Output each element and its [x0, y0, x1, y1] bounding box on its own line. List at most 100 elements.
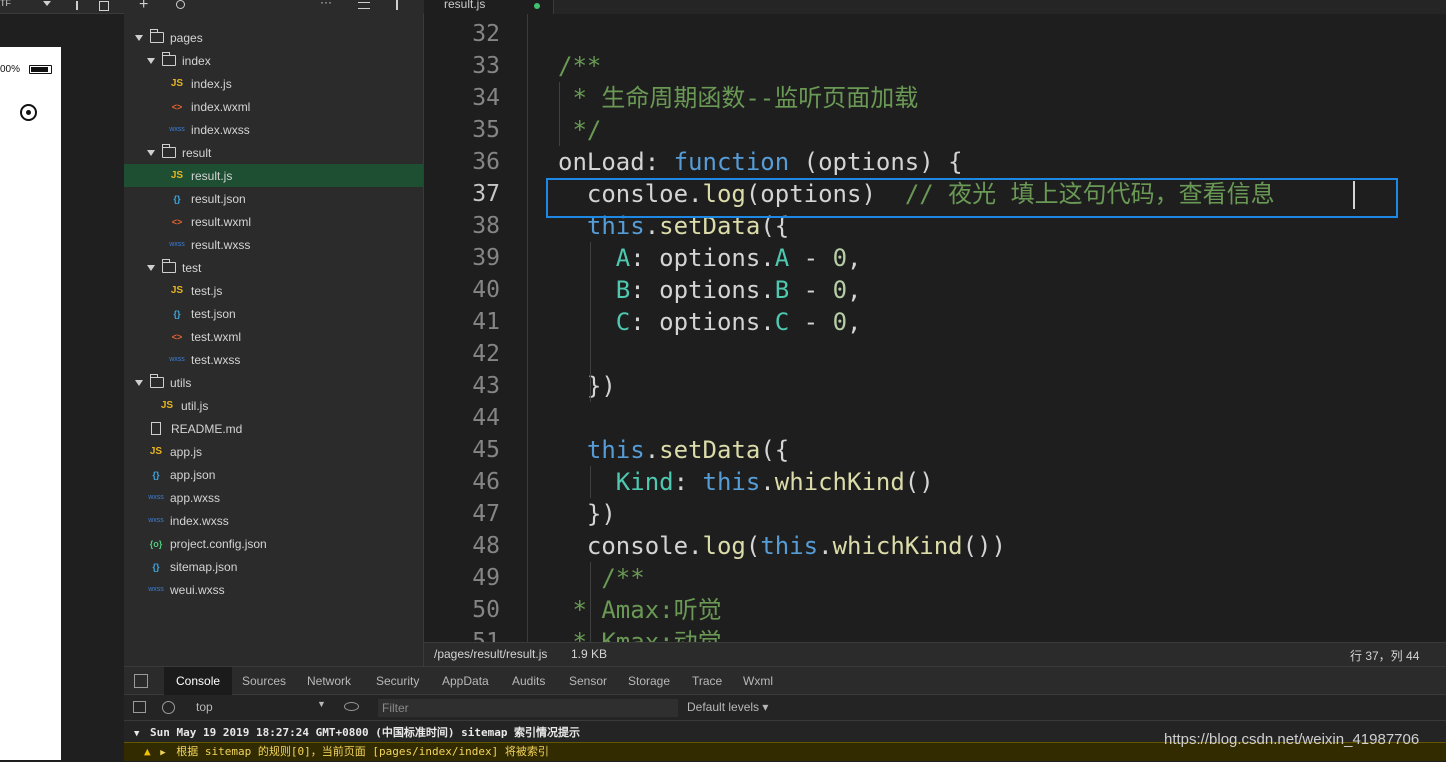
tree-file[interactable]: JS app.js [124, 440, 423, 463]
tab-sources[interactable]: Sources [242, 667, 286, 695]
code-editor[interactable]: result.js 32 33 34 35 36 37 38 39 40 41 42 43 44 45 46… [424, 0, 1446, 642]
chevron-down-icon[interactable] [135, 34, 143, 41]
indent-guide [590, 562, 591, 642]
collapse-icon[interactable] [358, 2, 370, 9]
tree-file[interactable]: <> result.wxml [124, 210, 423, 233]
tree-file[interactable]: <> test.wxml [124, 325, 423, 348]
code-line[interactable]: /** [558, 50, 601, 82]
file-path: /pages/result/result.js [434, 647, 548, 661]
add-file-icon[interactable]: + [139, 0, 148, 14]
code-line[interactable]: this.setData({ [558, 434, 789, 466]
code-line[interactable]: * Kmax:动觉 [558, 626, 721, 642]
code-token: : options. [630, 308, 775, 336]
tab-audits[interactable]: Audits [512, 667, 545, 695]
code-line[interactable]: C: options.C - 0, [558, 306, 862, 338]
simulator-toolbar: TF [0, 0, 124, 14]
tree-file[interactable]: wxss app.wxss [124, 486, 423, 509]
clear-console-icon[interactable] [162, 701, 175, 714]
tree-file[interactable]: {} sitemap.json [124, 555, 423, 578]
tree-item-label: test.js [191, 283, 223, 298]
tree-file[interactable]: wxss index.wxss [124, 118, 423, 141]
unsaved-dot-icon [534, 3, 540, 9]
tab-console[interactable]: Console [164, 667, 233, 695]
copy-icon[interactable] [99, 1, 109, 11]
status-bar: /pages/result/result.js 1.9 KB 行 37，列 44 [424, 642, 1446, 666]
code-line[interactable]: A: options.A - 0, [558, 242, 862, 274]
chevron-down-icon[interactable] [147, 57, 155, 64]
inspect-icon[interactable] [134, 674, 148, 688]
chevron-down-icon[interactable]: ▼ [124, 729, 139, 739]
sidebar-toggle-icon[interactable] [133, 701, 146, 713]
code-token: : options. [630, 276, 775, 304]
tree-folder[interactable]: utils [124, 371, 423, 394]
tree-file[interactable]: {} app.json [124, 463, 423, 486]
volume-icon[interactable] [76, 1, 84, 10]
indent-guide [559, 82, 560, 146]
code-line[interactable]: Kind: this.whichKind() [558, 466, 934, 498]
tab-sensor[interactable]: Sensor [569, 667, 607, 695]
tree-file[interactable]: wxss result.wxss [124, 233, 423, 256]
console-filter-input[interactable]: Filter [378, 699, 678, 717]
tree-file[interactable]: JS index.js [124, 72, 423, 95]
code-line[interactable]: /** [558, 562, 644, 594]
tab-storage[interactable]: Storage [628, 667, 670, 695]
line-number: 41 [472, 309, 500, 335]
code-line[interactable]: */ [558, 114, 601, 146]
chevron-down-icon[interactable] [147, 264, 155, 271]
eye-icon[interactable] [344, 702, 359, 711]
tree-file[interactable]: README.md [124, 417, 423, 440]
chevron-right-icon[interactable]: ▶ [157, 748, 165, 758]
tree-file[interactable]: {} test.json [124, 302, 423, 325]
code-token: ( [745, 532, 761, 560]
tree-folder[interactable]: index [124, 49, 423, 72]
more-icon[interactable]: ··· [320, 0, 332, 9]
code-line[interactable]: }) [558, 370, 616, 402]
tab-network[interactable]: Network [307, 667, 351, 695]
tree-folder[interactable]: test [124, 256, 423, 279]
tab-wxml[interactable]: Wxml [743, 667, 773, 695]
code-line[interactable]: B: options.B - 0, [558, 274, 862, 306]
tree-item-label: index [182, 53, 211, 68]
tree-file[interactable]: {o} project.config.json [124, 532, 423, 555]
js-file-icon: JS [170, 170, 184, 181]
tree-file[interactable]: wxss index.wxss [124, 509, 423, 532]
tree-folder[interactable]: result [124, 141, 423, 164]
chevron-down-icon[interactable] [135, 379, 143, 386]
code-line[interactable]: onLoad: function (options) { [558, 146, 963, 178]
tree-file[interactable]: <> index.wxml [124, 95, 423, 118]
tree-file[interactable]: wxss test.wxss [124, 348, 423, 371]
context-select[interactable]: top [196, 700, 213, 714]
tree-file[interactable]: wxss weui.wxss [124, 578, 423, 601]
code-line[interactable]: console.log(this.whichKind()) [558, 530, 1006, 562]
split-icon[interactable] [396, 0, 400, 10]
code-token: log [702, 532, 746, 560]
code-line[interactable]: }) [558, 498, 616, 530]
tree-file[interactable]: {} result.json [124, 187, 423, 210]
tab-result-js[interactable]: result.js [424, 0, 554, 14]
tree-folder[interactable]: pages [124, 26, 423, 49]
tree-file[interactable]: JS util.js [124, 394, 423, 417]
json-file-icon: {} [173, 308, 181, 319]
console-filter-bar: top ▼ Filter Default levels ▾ [124, 695, 1446, 721]
search-icon[interactable] [176, 0, 185, 9]
cursor-position[interactable]: 行 37，列 44 [1350, 647, 1419, 664]
log-levels-select[interactable]: Default levels ▾ [687, 700, 768, 714]
tab-trace[interactable]: Trace [692, 667, 722, 695]
code-token: , [847, 308, 862, 336]
tree-item-label: result.wxml [191, 214, 252, 229]
chevron-down-icon[interactable]: ▼ [317, 699, 326, 709]
simulator-screen[interactable] [0, 47, 61, 760]
code-line[interactable]: * Amax:听觉 [558, 594, 721, 626]
record-icon[interactable] [20, 104, 37, 121]
code-token: ()) [962, 532, 1006, 560]
tab-appdata[interactable]: AppData [442, 667, 489, 695]
tree-file[interactable]: JS test.js [124, 279, 423, 302]
tab-security[interactable]: Security [376, 667, 419, 695]
code-line[interactable]: * 生命周期函数--监听页面加载 [558, 82, 918, 114]
tree-file[interactable]: JS result.js [124, 164, 423, 187]
chevron-down-icon[interactable] [43, 1, 51, 6]
json-file-icon: {} [152, 469, 160, 480]
chevron-down-icon[interactable] [147, 149, 155, 156]
js-file-icon: JS [160, 400, 174, 411]
